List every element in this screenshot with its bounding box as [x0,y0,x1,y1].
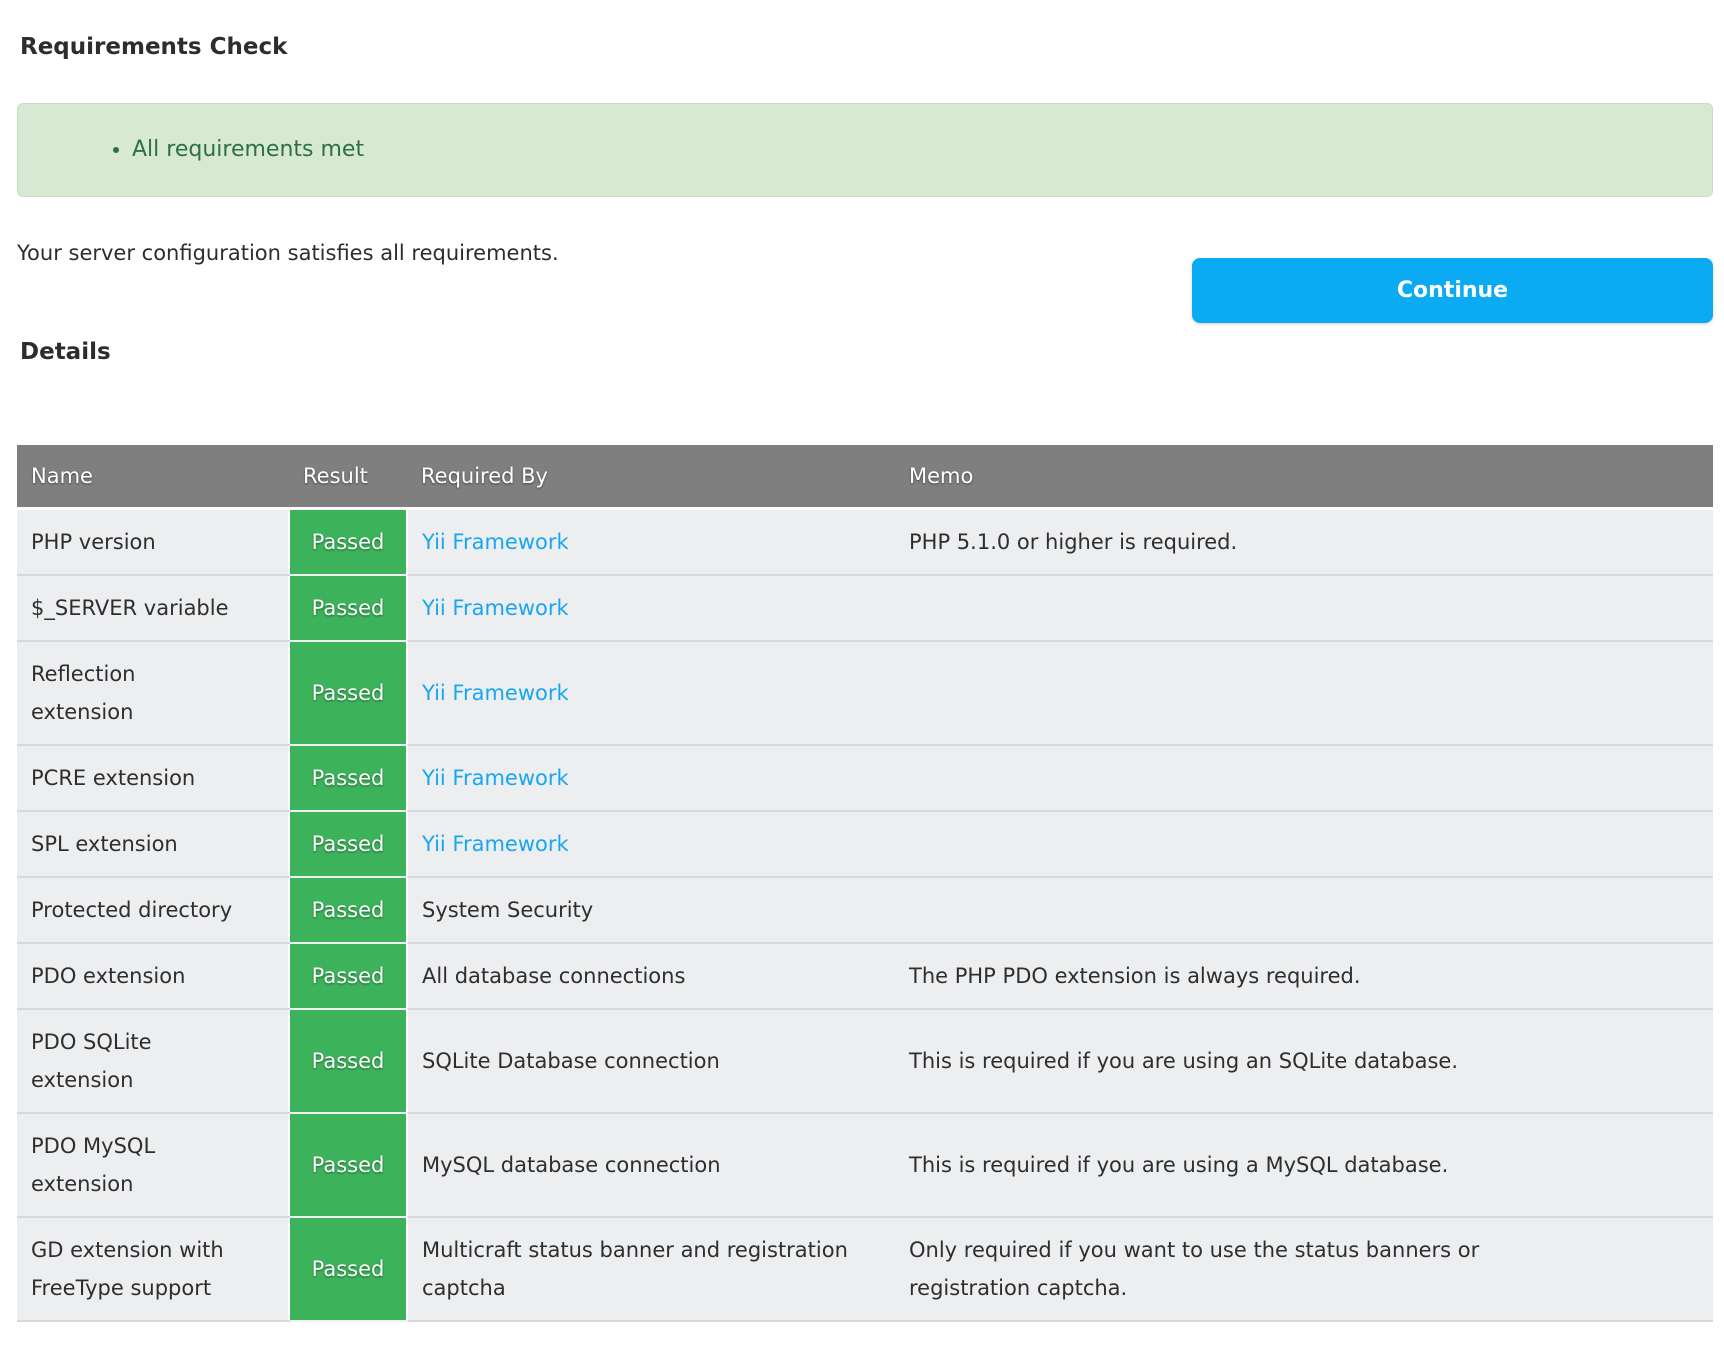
requirements-table: Name Result Required By Memo PHP version… [17,445,1713,1322]
memo-text: This is required if you are using a MySQ… [895,1113,1713,1217]
memo-text: Only required if you want to use the sta… [895,1217,1713,1321]
column-header-required-by: Required By [407,445,895,509]
memo-text [895,641,1713,745]
requirements-alert: All requirements met [17,103,1713,197]
continue-button[interactable]: Continue [1192,258,1713,323]
table-header-row: Name Result Required By Memo [17,445,1713,509]
requirement-name: GD extension with FreeType support [17,1217,289,1321]
result-badge: Passed [289,575,407,641]
table-row: PCRE extension Passed Yii Framework [17,745,1713,811]
page-title: Requirements Check [20,34,1713,61]
required-by-cell: All database connections [407,943,895,1009]
result-badge: Passed [289,943,407,1009]
result-badge: Passed [289,1113,407,1217]
required-by-cell: MySQL database connection [407,1113,895,1217]
result-badge: Passed [289,745,407,811]
result-badge: Passed [289,877,407,943]
table-row: PDO MySQL extension Passed MySQL databas… [17,1113,1713,1217]
required-by-link[interactable]: Yii Framework [422,596,569,620]
requirements-check-page: Requirements Check All requirements met … [0,0,1724,1342]
memo-text [895,811,1713,877]
requirement-name: PDO SQLite extension [17,1009,289,1113]
table-row: $_SERVER variable Passed Yii Framework [17,575,1713,641]
memo-text [895,877,1713,943]
required-by-cell: Multicraft status banner and registratio… [407,1217,895,1321]
requirement-name: Reflection extension [17,641,289,745]
required-by-text: MySQL database connection [422,1153,721,1177]
required-by-link[interactable]: Yii Framework [422,766,569,790]
required-by-cell: Yii Framework [407,641,895,745]
memo-text [895,575,1713,641]
requirement-name: PCRE extension [17,745,289,811]
result-badge: Passed [289,811,407,877]
required-by-link[interactable]: Yii Framework [422,681,569,705]
table-row: Protected directory Passed System Securi… [17,877,1713,943]
summary-text: Your server configuration satisfies all … [17,240,559,267]
requirement-name: SPL extension [17,811,289,877]
required-by-cell: Yii Framework [407,745,895,811]
required-by-cell: System Security [407,877,895,943]
requirement-name: PHP version [17,509,289,576]
required-by-text: System Security [422,898,593,922]
summary-row: Your server configuration satisfies all … [17,240,1713,323]
table-row: SPL extension Passed Yii Framework [17,811,1713,877]
required-by-text: Multicraft status banner and registratio… [422,1238,848,1300]
requirement-name: PDO extension [17,943,289,1009]
table-row: GD extension with FreeType support Passe… [17,1217,1713,1321]
column-header-memo: Memo [895,445,1713,509]
requirement-name: $_SERVER variable [17,575,289,641]
table-body: PHP version Passed Yii Framework PHP 5.1… [17,509,1713,1322]
details-title: Details [20,339,1713,366]
required-by-link[interactable]: Yii Framework [422,530,569,554]
result-badge: Passed [289,641,407,745]
result-badge: Passed [289,1009,407,1113]
memo-text: This is required if you are using an SQL… [895,1009,1713,1113]
table-row: PDO SQLite extension Passed SQLite Datab… [17,1009,1713,1113]
result-badge: Passed [289,1217,407,1321]
memo-text [895,745,1713,811]
alert-item: All requirements met [132,133,1712,167]
table-header: Name Result Required By Memo [17,445,1713,509]
requirement-name: PDO MySQL extension [17,1113,289,1217]
column-header-name: Name [17,445,289,509]
table-row: PHP version Passed Yii Framework PHP 5.1… [17,509,1713,576]
required-by-cell: Yii Framework [407,811,895,877]
required-by-text: SQLite Database connection [422,1049,720,1073]
table-row: PDO extension Passed All database connec… [17,943,1713,1009]
requirement-name: Protected directory [17,877,289,943]
memo-text: The PHP PDO extension is always required… [895,943,1713,1009]
required-by-cell: Yii Framework [407,575,895,641]
alert-list: All requirements met [18,133,1712,167]
required-by-text: All database connections [422,964,685,988]
table-row: Reflection extension Passed Yii Framewor… [17,641,1713,745]
required-by-cell: Yii Framework [407,509,895,576]
memo-text: PHP 5.1.0 or higher is required. [895,509,1713,576]
required-by-link[interactable]: Yii Framework [422,832,569,856]
result-badge: Passed [289,509,407,576]
required-by-cell: SQLite Database connection [407,1009,895,1113]
column-header-result: Result [289,445,407,509]
